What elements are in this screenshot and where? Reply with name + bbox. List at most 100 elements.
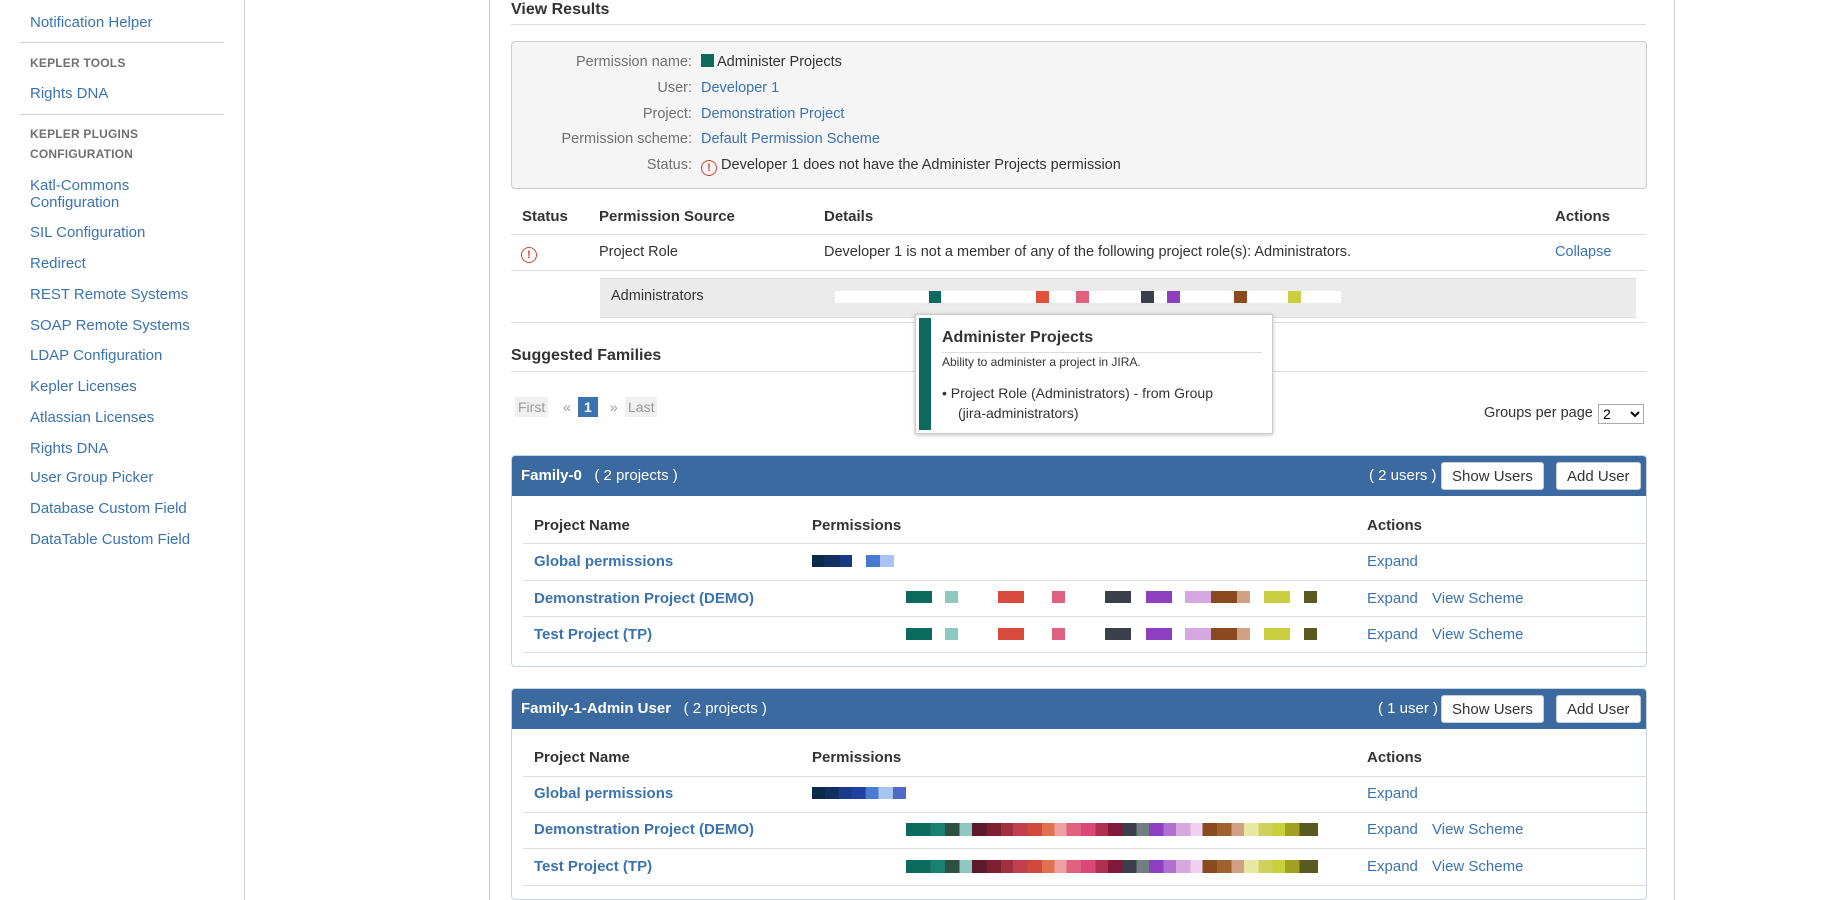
add-user-button[interactable]: Add User xyxy=(1556,695,1641,723)
status-text: Developer 1 does not have the Administer… xyxy=(721,157,1121,173)
admin-sidebar: Notification Helper KEPLER TOOLS Rights … xyxy=(0,0,245,900)
project-link[interactable]: Demonstration Project xyxy=(701,106,844,122)
sidebar-item-sil-configuration[interactable]: SIL Configuration xyxy=(30,224,145,241)
divider xyxy=(523,616,1646,617)
status-value: ! Developer 1 does not have the Administ… xyxy=(701,157,1121,176)
error-icon: ! xyxy=(521,247,537,263)
source-type: Project Role xyxy=(599,244,678,260)
add-user-button[interactable]: Add User xyxy=(1556,462,1641,490)
project-link-test[interactable]: Test Project (TP) xyxy=(534,626,652,643)
project-link-global[interactable]: Global permissions xyxy=(534,785,673,802)
divider xyxy=(523,652,1646,653)
sidebar-item-rights-dna-2[interactable]: Rights DNA xyxy=(30,440,108,457)
tooltip-bullet-line1: Project Role (Administrators) - from Gro… xyxy=(950,385,1213,401)
project-link-demo[interactable]: Demonstration Project (DEMO) xyxy=(534,821,754,838)
permission-name-label: Permission name: xyxy=(575,54,692,70)
tooltip-color-bar xyxy=(919,318,931,430)
collapse-link[interactable]: Collapse xyxy=(1555,244,1611,260)
view-scheme-link[interactable]: View Scheme xyxy=(1432,821,1523,838)
status-label: Status: xyxy=(646,157,692,173)
family-header: Family-1-Admin User ( 2 projects ) ( 1 u… xyxy=(512,689,1646,729)
tooltip-bullet: • Project Role (Administrators) - from G… xyxy=(942,383,1213,423)
permission-square-administer-projects[interactable] xyxy=(929,291,941,303)
source-status: ! xyxy=(521,244,537,263)
permission-tooltip: Administer Projects Ability to administe… xyxy=(915,314,1273,434)
permission-color-swatch xyxy=(701,54,714,67)
sidebar-item-datatable-custom-field[interactable]: DataTable Custom Field xyxy=(30,531,190,548)
family-users-count: ( 2 users ) xyxy=(1369,467,1437,484)
expand-link[interactable]: Expand xyxy=(1367,590,1418,607)
family-header: Family-0 ( 2 projects ) ( 2 users ) Show… xyxy=(512,456,1646,496)
expand-link[interactable]: Expand xyxy=(1367,785,1418,802)
pagination-current[interactable]: 1 xyxy=(578,397,598,417)
sidebar-item-database-custom-field[interactable]: Database Custom Field xyxy=(30,500,187,517)
expand-link[interactable]: Expand xyxy=(1367,626,1418,643)
view-scheme-link[interactable]: View Scheme xyxy=(1432,626,1523,643)
groups-per-page-select[interactable]: 2 xyxy=(1598,404,1644,424)
family-projects-count: ( 2 projects ) xyxy=(683,700,767,717)
col-header-status: Status xyxy=(522,208,568,225)
pagination-next[interactable]: » xyxy=(610,397,618,417)
permission-strip xyxy=(906,628,1318,641)
sidebar-item-label: Katl-Commons xyxy=(30,177,130,194)
col-header-actions: Actions xyxy=(1555,208,1611,225)
sidebar-heading-configuration: CONFIGURATION xyxy=(30,147,134,161)
sidebar-item-soap-remote-systems[interactable]: SOAP Remote Systems xyxy=(30,317,190,334)
sidebar-item-user-group-picker[interactable]: User Group Picker xyxy=(30,469,153,486)
family-panel: Family-0 ( 2 projects ) ( 2 users ) Show… xyxy=(511,455,1647,667)
sidebar-item-notification-helper[interactable]: Notification Helper xyxy=(30,14,153,31)
sidebar-item-rights-dna[interactable]: Rights DNA xyxy=(30,85,108,102)
show-users-button[interactable]: Show Users xyxy=(1441,462,1544,490)
user-link[interactable]: Developer 1 xyxy=(701,80,779,96)
permission-square[interactable] xyxy=(1234,291,1247,303)
sidebar-item-katl-commons[interactable]: Katl-Commons Configuration xyxy=(30,177,129,211)
family-name: Family-1-Admin User ( 2 projects ) xyxy=(521,700,767,717)
role-name: Administrators xyxy=(611,288,704,304)
groups-per-page-label: Groups per page xyxy=(1484,405,1593,421)
permission-strip xyxy=(906,591,1318,604)
sidebar-heading-kepler-plugins: KEPLER PLUGINS xyxy=(30,127,139,141)
tooltip-title: Administer Projects xyxy=(942,329,1094,346)
view-scheme-link[interactable]: View Scheme xyxy=(1432,858,1523,875)
expand-link[interactable]: Expand xyxy=(1367,858,1418,875)
divider xyxy=(523,812,1646,813)
sidebar-divider xyxy=(20,114,224,115)
sidebar-item-ldap-configuration[interactable]: LDAP Configuration xyxy=(30,347,162,364)
col-header-details: Details xyxy=(824,208,874,225)
tooltip-description: Ability to administer a project in JIRA. xyxy=(942,355,1141,369)
pagination-last[interactable]: Last xyxy=(625,397,658,417)
col-header-actions: Actions xyxy=(1367,749,1423,766)
tooltip-bullet-line2: (jira-administrators) xyxy=(958,405,1079,421)
view-results-title: View Results xyxy=(511,1,610,18)
family-users-count: ( 1 user ) xyxy=(1378,700,1439,717)
sidebar-item-kepler-licenses[interactable]: Kepler Licenses xyxy=(30,378,137,395)
permission-square[interactable] xyxy=(1141,291,1154,303)
sidebar-item-redirect[interactable]: Redirect xyxy=(30,255,86,272)
pagination-first[interactable]: First xyxy=(515,397,549,417)
sidebar-heading-kepler-tools: KEPLER TOOLS xyxy=(30,56,126,70)
scheme-label: Permission scheme: xyxy=(561,131,692,147)
divider xyxy=(523,885,1646,886)
permission-square[interactable] xyxy=(1076,291,1089,303)
bullet-icon: • xyxy=(942,385,947,401)
divider xyxy=(523,776,1646,777)
permission-square[interactable] xyxy=(1288,291,1301,303)
permission-square[interactable] xyxy=(1167,291,1180,303)
divider xyxy=(523,580,1646,581)
divider xyxy=(511,270,1646,271)
project-label: Project: xyxy=(642,106,692,122)
project-link-test[interactable]: Test Project (TP) xyxy=(534,858,652,875)
sidebar-item-rest-remote-systems[interactable]: REST Remote Systems xyxy=(30,286,188,303)
project-link-demo[interactable]: Demonstration Project (DEMO) xyxy=(534,590,754,607)
col-header-project-name: Project Name xyxy=(534,517,630,534)
view-scheme-link[interactable]: View Scheme xyxy=(1432,590,1523,607)
sidebar-item-atlassian-licenses[interactable]: Atlassian Licenses xyxy=(30,409,154,426)
expand-link[interactable]: Expand xyxy=(1367,821,1418,838)
show-users-button[interactable]: Show Users xyxy=(1441,695,1544,723)
scheme-link[interactable]: Default Permission Scheme xyxy=(701,131,880,147)
expand-link[interactable]: Expand xyxy=(1367,553,1418,570)
error-icon: ! xyxy=(701,160,717,176)
pagination-prev[interactable]: « xyxy=(563,397,571,417)
permission-square[interactable] xyxy=(1036,291,1049,303)
project-link-global[interactable]: Global permissions xyxy=(534,553,673,570)
